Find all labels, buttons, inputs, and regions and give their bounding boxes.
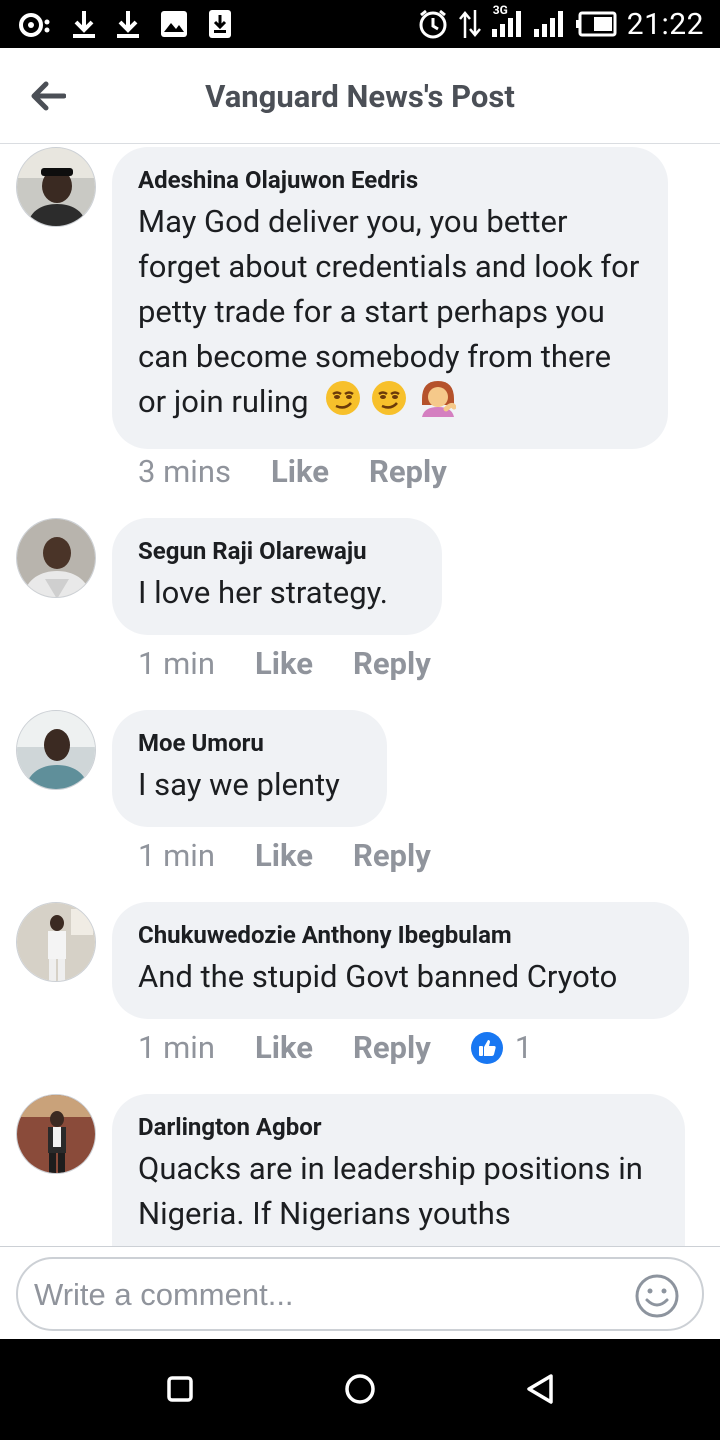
network-type-label: 3G	[492, 3, 508, 17]
reply-button[interactable]: Reply	[353, 645, 431, 682]
comment-bubble: Segun Raji Olarewaju I love her strategy…	[112, 518, 442, 635]
like-button[interactable]: Like	[271, 453, 329, 490]
comment-input[interactable]	[34, 1271, 624, 1319]
comment-text: Quacks are in leadership positions in Ni…	[138, 1150, 643, 1232]
comment-text: May God deliver you, you better forget a…	[138, 199, 642, 429]
avatar[interactable]	[16, 1094, 96, 1174]
radio-icon	[18, 10, 52, 38]
post-header: Vanguard News's Post	[0, 48, 720, 144]
smirk-emoji	[370, 379, 408, 429]
triangle-back-icon	[527, 1374, 553, 1404]
recents-button[interactable]	[160, 1369, 200, 1409]
comment-bubble: Darlington Agbor Quacks are in leadershi…	[112, 1094, 685, 1246]
comment-composer[interactable]	[16, 1257, 704, 1331]
like-button[interactable]: Like	[255, 645, 313, 682]
data-arrows-icon	[458, 8, 481, 40]
smiley-face-icon[interactable]	[634, 1273, 680, 1319]
download-icon	[116, 9, 140, 39]
reply-button[interactable]: Reply	[353, 1029, 431, 1066]
avatar[interactable]	[16, 710, 96, 790]
comment-bubble: Chukuwedozie Anthony Ibegbulam And the s…	[112, 902, 689, 1019]
circle-icon	[345, 1374, 375, 1404]
comment-text: I say we plenty	[138, 766, 340, 803]
home-button[interactable]	[340, 1369, 380, 1409]
download-icon	[72, 9, 96, 39]
page-title: Vanguard News's Post	[205, 78, 515, 115]
comment-timestamp[interactable]: 1 min	[138, 837, 215, 874]
comment-timestamp[interactable]: 3 mins	[138, 453, 231, 490]
comment-author[interactable]: Chukuwedozie Anthony Ibegbulam	[138, 920, 663, 950]
status-time: 21:22	[626, 6, 704, 42]
avatar[interactable]	[16, 518, 96, 598]
like-button[interactable]: Like	[255, 837, 313, 874]
comment-timestamp[interactable]: 1 min	[138, 645, 215, 682]
comment-actions: 1 min Like Reply 1	[138, 1029, 532, 1066]
comment-timestamp[interactable]: 1 min	[138, 1029, 215, 1066]
comment-bubble: Adeshina Olajuwon Eedris May God deliver…	[112, 147, 668, 449]
like-button[interactable]: Like	[255, 1029, 313, 1066]
reaction-count: 1	[514, 1029, 533, 1066]
status-bar-notifications	[18, 8, 232, 40]
status-bar-system: 3G 21:22	[417, 3, 704, 42]
comment-actions: 1 min Like Reply	[138, 645, 471, 682]
alarm-icon	[417, 8, 449, 40]
signal-icon	[533, 9, 565, 39]
reaction-summary[interactable]: 1	[470, 1029, 533, 1066]
signal-icon: 3G	[491, 3, 523, 39]
android-nav-bar	[0, 1339, 720, 1440]
smirk-emoji	[324, 379, 362, 429]
comments-feed[interactable]: Adeshina Olajuwon Eedris May God deliver…	[0, 145, 720, 1246]
comment-author[interactable]: Adeshina Olajuwon Eedris	[138, 165, 642, 195]
comment-author[interactable]: Moe Umoru	[138, 728, 361, 758]
thumbs-up-icon	[470, 1031, 503, 1064]
comment-composer-bar	[0, 1246, 720, 1339]
reply-button[interactable]: Reply	[353, 837, 431, 874]
comment-bubble: Moe Umoru I say we plenty	[112, 710, 387, 827]
back-nav-button[interactable]	[520, 1369, 560, 1409]
square-icon	[167, 1376, 193, 1402]
reply-button[interactable]: Reply	[369, 453, 447, 490]
comment-author[interactable]: Darlington Agbor	[138, 1112, 659, 1142]
avatar[interactable]	[16, 147, 96, 227]
battery-icon	[575, 11, 617, 37]
status-bar: 3G 21:22	[0, 0, 720, 48]
avatar[interactable]	[16, 902, 96, 982]
comment-author[interactable]: Segun Raji Olarewaju	[138, 536, 416, 566]
comment-actions: 1 min Like Reply	[138, 837, 471, 874]
comment-text: I love her strategy.	[138, 574, 388, 611]
comment-actions: 3 mins Like Reply	[138, 453, 487, 490]
image-icon	[160, 10, 188, 38]
tipping-hand-woman-emoji	[416, 379, 457, 429]
download-box-icon	[208, 9, 232, 39]
comment-text: And the stupid Govt banned Cryoto	[138, 958, 618, 995]
